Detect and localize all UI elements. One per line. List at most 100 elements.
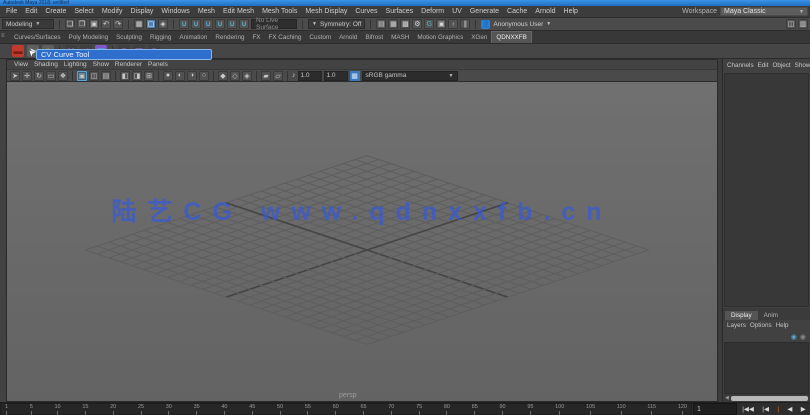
scrollbar-thumb[interactable] bbox=[730, 395, 808, 401]
toolbar-icon[interactable]: ▰ bbox=[261, 70, 271, 81]
scroll-left-icon[interactable]: ◀ bbox=[725, 395, 729, 401]
shelf-tab[interactable]: Arnold bbox=[335, 32, 361, 43]
menubar-item[interactable]: Deform bbox=[417, 8, 448, 15]
toolbar-icon[interactable]: ◐ bbox=[175, 70, 185, 81]
status-icon[interactable]: ⚙ bbox=[412, 19, 423, 29]
toolbar-icon[interactable]: ◑ bbox=[187, 70, 197, 81]
dock-scrollbar[interactable]: ◀ bbox=[723, 394, 810, 402]
shelf-tab[interactable]: FX bbox=[248, 32, 264, 43]
shelf-tab[interactable]: Poly Modeling bbox=[65, 32, 113, 43]
menubar-item[interactable]: Windows bbox=[157, 8, 193, 15]
status-icon[interactable]: ▦ bbox=[388, 19, 399, 29]
shelf-tab[interactable]: XGen bbox=[467, 32, 491, 43]
menubar-item[interactable]: Edit bbox=[21, 8, 41, 15]
status-icon[interactable]: ∥ bbox=[460, 19, 471, 29]
shelf-tab[interactable]: MASH bbox=[387, 32, 413, 43]
view-transform-dropdown[interactable]: sRGB gamma ▼ bbox=[361, 70, 458, 81]
channel-box-menu-item[interactable]: Show bbox=[793, 62, 810, 69]
channel-box-menu-item[interactable]: Object bbox=[770, 62, 792, 69]
status-icon[interactable]: ◈ bbox=[158, 19, 168, 29]
menubar-item[interactable]: File bbox=[2, 8, 21, 15]
menubar-item[interactable]: UV bbox=[448, 8, 466, 15]
current-frame-field[interactable]: 1 bbox=[693, 403, 737, 415]
status-icon[interactable]: ▦ bbox=[134, 19, 144, 29]
toolbar-icon[interactable]: ▭ bbox=[46, 70, 56, 81]
menubar-item[interactable]: Cache bbox=[503, 8, 531, 15]
shelf-tab[interactable]: Custom bbox=[305, 32, 335, 43]
time-slider[interactable]: 1 5 10 15 20 25 30 35 40 45 50 55 60 65 70 75 80 85 90 95 10… bbox=[0, 403, 692, 415]
status-icon[interactable]: ↶ bbox=[101, 19, 111, 29]
status-icon[interactable]: ▩ bbox=[400, 19, 411, 29]
menubar-item[interactable]: Edit Mesh bbox=[219, 8, 258, 15]
shelf-tab[interactable]: Rendering bbox=[211, 32, 248, 43]
viewport-menu-item[interactable]: Panels bbox=[145, 61, 171, 68]
status-icon[interactable]: ∪ bbox=[179, 19, 189, 29]
workspace-dropdown[interactable]: Maya Classic ▼ bbox=[720, 7, 808, 16]
shelf-tab[interactable]: FX Caching bbox=[265, 32, 306, 43]
status-icon[interactable]: ↷ bbox=[113, 19, 123, 29]
status-icon[interactable]: ◫ bbox=[786, 19, 796, 29]
layer-editor-menu-item[interactable]: Options bbox=[748, 322, 774, 329]
exposure-field[interactable]: 1.0 bbox=[297, 70, 322, 81]
toolbar-icon[interactable]: ◫ bbox=[89, 70, 99, 81]
toolbar-icon[interactable]: ➤ bbox=[10, 70, 20, 81]
menubar-item[interactable]: Surfaces bbox=[382, 8, 418, 15]
account-dropdown[interactable]: 👤 Anonymous User ▼ bbox=[481, 19, 551, 29]
channel-box-list[interactable] bbox=[724, 73, 809, 307]
shelf-menu-icon[interactable]: ≡ bbox=[1, 33, 5, 39]
menubar-item[interactable]: Display bbox=[126, 8, 157, 15]
shelf-tab[interactable]: QDNXXFB bbox=[491, 31, 532, 43]
layer-editor-menu-item[interactable]: Help bbox=[774, 322, 791, 329]
menubar-item[interactable]: Mesh Tools bbox=[258, 8, 301, 15]
menubar-item[interactable]: Mesh bbox=[194, 8, 219, 15]
menubar-item[interactable]: Help bbox=[560, 8, 582, 15]
toolbar-icon[interactable]: ▱ bbox=[273, 70, 283, 81]
live-surface-field[interactable]: No Live Surface bbox=[251, 17, 297, 31]
status-icon[interactable]: ▤ bbox=[376, 19, 387, 29]
status-icon[interactable]: ∪ bbox=[227, 19, 237, 29]
shelf-tab[interactable]: Curves/Surfaces bbox=[10, 32, 65, 43]
viewport-menu-item[interactable]: Lighting bbox=[61, 61, 90, 68]
status-icon[interactable]: ∪ bbox=[215, 19, 225, 29]
status-icon[interactable]: ❏ bbox=[65, 19, 75, 29]
menubar-item[interactable]: Mesh Display bbox=[301, 8, 351, 15]
toolbar-icon[interactable]: ◆ bbox=[218, 70, 228, 81]
status-icon[interactable]: ∪ bbox=[191, 19, 201, 29]
shelf-tab[interactable]: Sculpting bbox=[112, 32, 146, 43]
toolbar-icon[interactable]: ◈ bbox=[242, 70, 252, 81]
shelf-tab[interactable]: Bifrost bbox=[361, 32, 387, 43]
toolbar-icon[interactable]: ▣ bbox=[77, 70, 87, 81]
viewport-menu-item[interactable]: View bbox=[11, 61, 31, 68]
status-icon[interactable]: ❐ bbox=[77, 19, 87, 29]
toolbar-icon[interactable]: ◧ bbox=[120, 70, 130, 81]
color-management-icon[interactable]: ▦ bbox=[349, 70, 360, 81]
status-icon[interactable]: ‹ bbox=[448, 19, 459, 29]
menubar-item[interactable]: Arnold bbox=[531, 8, 559, 15]
channel-box-menu-item[interactable]: Edit bbox=[756, 62, 771, 69]
toolbar-icon[interactable]: ◨ bbox=[132, 70, 142, 81]
viewport-menu-item[interactable]: Renderer bbox=[112, 61, 145, 68]
status-icon[interactable]: ▢ bbox=[146, 19, 156, 29]
layer-editor-tab[interactable]: Display bbox=[725, 311, 758, 320]
gamma-field[interactable]: 1.0 bbox=[323, 70, 348, 81]
menuset-dropdown[interactable]: Modeling ▼ bbox=[2, 19, 54, 29]
channel-box-menu-item[interactable]: Channels bbox=[725, 62, 756, 69]
toolbar-icon[interactable]: ⊞ bbox=[144, 70, 154, 81]
viewport-canvas[interactable]: 陆艺CG www.qdnxxfb.cn persp bbox=[7, 82, 717, 401]
status-icon[interactable]: G bbox=[424, 19, 435, 29]
toolbar-icon[interactable]: ↻ bbox=[34, 70, 44, 81]
viewport-menu-item[interactable]: Show bbox=[90, 61, 112, 68]
menubar-item[interactable]: Curves bbox=[351, 8, 381, 15]
playback-button[interactable]: ▶ bbox=[801, 405, 806, 413]
shelf-tab[interactable]: Motion Graphics bbox=[413, 32, 467, 43]
toolbar-icon[interactable]: ○ bbox=[199, 70, 209, 81]
playback-button[interactable]: ◀ bbox=[787, 405, 792, 413]
playback-button[interactable]: | bbox=[777, 406, 779, 413]
status-icon[interactable]: ▣ bbox=[436, 19, 447, 29]
playback-button[interactable]: |◀◀ bbox=[742, 405, 754, 413]
shelf-tab[interactable]: Animation bbox=[175, 32, 211, 43]
toolbar-icon[interactable]: ◇ bbox=[230, 70, 240, 81]
layer-icon[interactable]: ◉ bbox=[791, 333, 797, 341]
menubar-item[interactable]: Modify bbox=[98, 8, 127, 15]
layer-editor-menu-item[interactable]: Layers bbox=[725, 322, 748, 329]
